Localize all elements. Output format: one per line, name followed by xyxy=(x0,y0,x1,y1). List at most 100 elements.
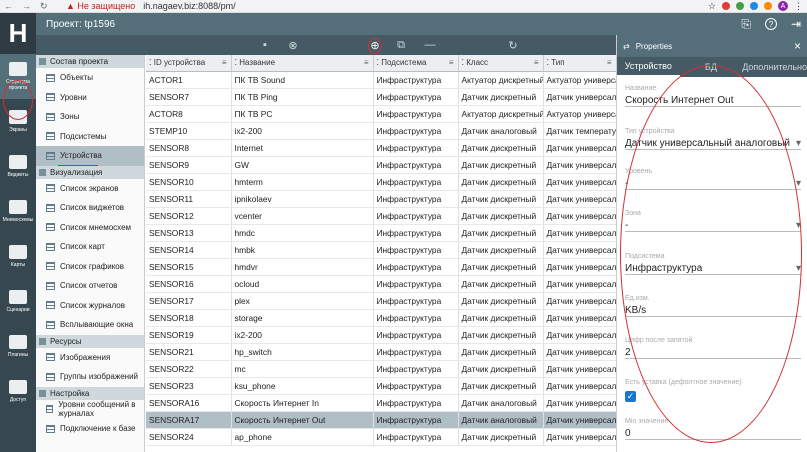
table-cell[interactable]: Инфраструктура xyxy=(373,377,459,395)
table-cell[interactable]: hp_switch xyxy=(231,343,374,361)
table-cell[interactable]: Датчик универсальн xyxy=(543,190,616,208)
table-row[interactable]: SENSOR14 hmbk Инфраструктура Датчик дискрет… xyxy=(146,241,616,259)
table-row[interactable]: SENSOR24 ap_phone Инфраструктура Датчик дис… xyxy=(146,428,616,446)
table-cell[interactable]: Датчик аналоговый xyxy=(458,122,544,140)
filter-icon[interactable]: ≡ xyxy=(449,58,454,67)
table-row[interactable]: SENSOR23 ksu_phone Инфраструктура Датчик ди… xyxy=(146,377,616,395)
table-cell[interactable]: hmdc xyxy=(231,224,374,242)
table-cell[interactable]: SENSOR17 xyxy=(146,292,232,310)
table-cell[interactable]: Датчик универсальн xyxy=(543,224,616,242)
table-row[interactable]: ACTOR8 ПК ТВ PC Инфраструктура Актуатор дис… xyxy=(146,105,616,123)
table-cell[interactable]: Датчик дискретный xyxy=(458,156,544,174)
table-row[interactable]: ACTOR1 ПК ТВ Sound Инфраструктура Актуатор … xyxy=(146,71,616,89)
table-cell[interactable]: Датчик дискретный xyxy=(458,173,544,191)
table-row[interactable]: SENSOR21 hp_switch Инфраструктура Датчик ди… xyxy=(146,343,616,361)
table-cell[interactable]: Инфраструктура xyxy=(373,343,459,361)
copy-icon[interactable]: ⧉ xyxy=(394,39,408,51)
column-header[interactable]: ⁚ ID устройства ≡ xyxy=(146,55,232,72)
table-cell[interactable]: Инфраструктура xyxy=(373,428,459,446)
table-cell[interactable]: SENSORA16 xyxy=(146,394,232,412)
table-cell[interactable]: Датчик дискретный xyxy=(458,207,544,225)
collapse-icon[interactable] xyxy=(39,337,46,345)
table-cell[interactable]: Инфраструктура xyxy=(373,190,459,208)
cancel-icon[interactable]: ⊗ xyxy=(286,39,300,52)
swap-icon[interactable]: ⇄ xyxy=(623,42,630,51)
table-cell[interactable]: Инфраструктура xyxy=(373,71,459,89)
table-cell[interactable]: Датчик дискретный xyxy=(458,326,544,344)
tree-item[interactable]: Список карт xyxy=(36,237,144,257)
extension-icon[interactable] xyxy=(750,2,758,10)
table-cell[interactable]: SENSOR8 xyxy=(146,139,232,157)
table-row[interactable]: STEMP10 ix2-200 Инфраструктура Датчик анало… xyxy=(146,122,616,140)
tree-section-header[interactable]: Ресурсы xyxy=(36,334,144,348)
star-icon[interactable]: ☆ xyxy=(708,1,716,12)
properties-tab[interactable]: Устройство xyxy=(617,57,680,77)
table-row[interactable]: SENSOR7 ПК ТВ Ping Инфраструктура Датчик ди… xyxy=(146,88,616,106)
tree-item[interactable]: Объекты xyxy=(36,68,144,88)
tree-section-header[interactable]: Настройка xyxy=(36,386,144,400)
table-row[interactable]: SENSOR8 Internet Инфраструктура Датчик диск… xyxy=(146,139,616,157)
properties-tab[interactable]: Дополнительно xyxy=(742,57,807,77)
column-header[interactable]: ⁚ Тип ≡ xyxy=(543,55,616,72)
nav-item[interactable]: Доступ xyxy=(0,369,36,414)
filter-icon[interactable]: ≡ xyxy=(607,58,612,67)
tree-item[interactable]: Устройства xyxy=(36,146,144,166)
nav-item[interactable]: Карты xyxy=(0,234,36,279)
refresh-icon[interactable]: ↻ xyxy=(506,39,520,52)
table-cell[interactable]: Датчик универсальн xyxy=(543,207,616,225)
table-cell[interactable]: Инфраструктура xyxy=(373,207,459,225)
checkbox[interactable]: ✓ xyxy=(625,391,636,402)
table-cell[interactable]: Датчик дискретный xyxy=(458,428,544,446)
table-cell[interactable]: Датчик универсальн xyxy=(543,411,616,429)
table-cell[interactable]: Датчик универсальн xyxy=(543,156,616,174)
table-cell[interactable]: SENSOR14 xyxy=(146,241,232,259)
filter-icon[interactable]: ≡ xyxy=(534,58,539,67)
nav-item[interactable]: Сценарии xyxy=(0,279,36,324)
table-cell[interactable]: SENSOR10 xyxy=(146,173,232,191)
filter-icon[interactable]: ≡ xyxy=(222,58,227,67)
table-cell[interactable]: Актуатор дискретный xyxy=(458,71,544,89)
table-cell[interactable]: Датчик универсальн xyxy=(543,377,616,395)
table-cell[interactable]: Инфраструктура xyxy=(373,139,459,157)
tree-item[interactable]: Уровни сообщений в журналах xyxy=(36,400,144,420)
table-cell[interactable]: Датчик универсальн xyxy=(543,258,616,276)
tree-item[interactable]: Список отчетов xyxy=(36,276,144,296)
table-cell[interactable]: ACTOR1 xyxy=(146,71,232,89)
table-row[interactable]: SENSOR16 ocloud Инфраструктура Датчик дискр… xyxy=(146,275,616,293)
table-cell[interactable]: Датчик дискретный xyxy=(458,224,544,242)
table-cell[interactable]: SENSOR7 xyxy=(146,88,232,106)
table-cell[interactable]: Актуатор универсаль xyxy=(543,105,616,123)
tree-item[interactable]: Подключение к базе xyxy=(36,419,144,439)
table-row[interactable]: SENSOR22 mc Инфраструктура Датчик дискретны… xyxy=(146,360,616,378)
table-cell[interactable]: Датчик универсальн xyxy=(543,394,616,412)
table-row[interactable]: SENSOR10 hmterm Инфраструктура Датчик дискр… xyxy=(146,173,616,191)
table-cell[interactable]: Актуатор универсаль xyxy=(543,71,616,89)
table-cell[interactable]: Датчик универсальн xyxy=(543,88,616,106)
table-cell[interactable]: Инфраструктура xyxy=(373,326,459,344)
table-cell[interactable]: Инфраструктура xyxy=(373,224,459,242)
table-row[interactable]: SENSOR12 vcenter Инфраструктура Датчик диск… xyxy=(146,207,616,225)
table-cell[interactable]: Датчик дискретный xyxy=(458,309,544,327)
table-cell[interactable]: hmterm xyxy=(231,173,374,191)
chevron-down-icon[interactable]: ▾ xyxy=(796,138,801,149)
table-cell[interactable]: ix2-200 xyxy=(231,122,374,140)
table-cell[interactable]: Датчик универсальн xyxy=(543,275,616,293)
table-cell[interactable]: Датчик универсальн xyxy=(543,173,616,191)
table-cell[interactable]: Датчик универсальн xyxy=(543,241,616,259)
chevron-down-icon[interactable]: ▾ xyxy=(796,178,801,189)
collapse-icon[interactable] xyxy=(39,58,46,65)
table-cell[interactable]: Датчик универсальн xyxy=(543,360,616,378)
table-row[interactable]: SENSOR11 ipnikolaev Инфраструктура Датчик д… xyxy=(146,190,616,208)
table-cell[interactable]: Инфраструктура xyxy=(373,105,459,123)
table-cell[interactable]: Датчик универсальн xyxy=(543,326,616,344)
nav-item[interactable]: Виджеты xyxy=(0,144,36,189)
table-cell[interactable]: hmbk xyxy=(231,241,374,259)
extension-icon[interactable] xyxy=(722,2,730,10)
table-cell[interactable]: vcenter xyxy=(231,207,374,225)
table-cell[interactable]: ocloud xyxy=(231,275,374,293)
table-cell[interactable]: SENSOR22 xyxy=(146,360,232,378)
table-cell[interactable]: Датчик дискретный xyxy=(458,275,544,293)
table-cell[interactable]: Датчик универсальн xyxy=(543,343,616,361)
table-cell[interactable]: SENSOR9 xyxy=(146,156,232,174)
property-value[interactable]: 0 xyxy=(625,428,631,439)
